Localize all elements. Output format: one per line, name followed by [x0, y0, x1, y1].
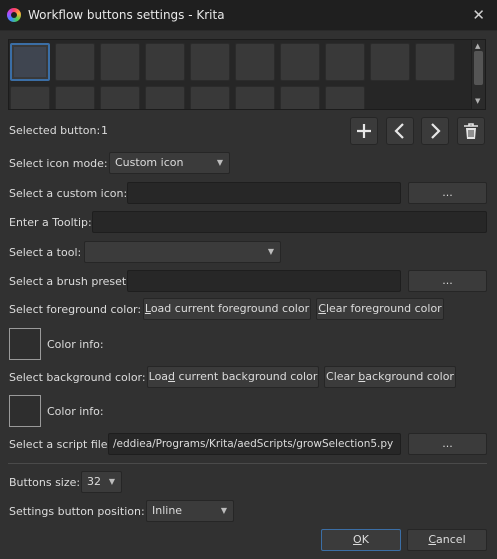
icon-mode-label: Select icon mode: [9, 157, 108, 170]
separator [8, 463, 487, 464]
grid-button[interactable] [190, 86, 230, 109]
tooltip-input[interactable] [92, 211, 487, 233]
grid-button[interactable] [280, 86, 320, 109]
trash-icon [464, 123, 478, 139]
load-foreground-button[interactable]: Load current foreground color [143, 298, 311, 320]
background-info-label: Color info: [47, 405, 104, 418]
selected-button-value: 1 [101, 124, 108, 137]
chevron-down-icon: ▼ [220, 506, 227, 515]
clear-foreground-text: lear foreground color [325, 302, 442, 315]
load-background-button[interactable]: Load current background color [147, 366, 319, 388]
load-background-text-a: Loa [148, 370, 169, 383]
ok-button[interactable]: OK [321, 529, 401, 551]
button-grid: ▲ ▼ [8, 39, 486, 110]
buttons-size-value: 32 [87, 475, 101, 488]
ok-text: K [361, 533, 369, 546]
window-title: Workflow buttons settings - Krita [28, 8, 225, 22]
clear-foreground-button[interactable]: Clear foreground color [316, 298, 444, 320]
cancel-text: ancel [436, 533, 466, 546]
grid-button[interactable] [145, 43, 185, 81]
grid-button-1[interactable] [10, 43, 50, 81]
load-background-text-b: current background color [175, 370, 318, 383]
script-file-browse-button[interactable]: ... [408, 433, 487, 455]
icon-mode-value: Custom icon [115, 156, 184, 169]
foreground-swatch [9, 328, 41, 360]
grid-button[interactable] [235, 43, 275, 81]
cancel-button[interactable]: Cancel [407, 529, 487, 551]
grid-button[interactable] [145, 86, 185, 109]
icon-mode-combo[interactable]: Custom icon ▼ [109, 152, 230, 174]
scroll-up-icon[interactable]: ▲ [475, 42, 480, 50]
script-file-label: Select a script file: [9, 438, 112, 451]
settings-position-value: Inline [152, 504, 183, 517]
scroll-thumb[interactable] [474, 51, 483, 85]
grid-button[interactable] [280, 43, 320, 81]
title-bar: Workflow buttons settings - Krita ✕ [0, 0, 497, 31]
script-file-field[interactable]: /eddiea/Programs/Krita/aedScripts/growSe… [108, 433, 401, 455]
previous-button[interactable] [386, 117, 414, 145]
krita-logo-icon [7, 8, 21, 22]
next-button[interactable] [421, 117, 449, 145]
tool-label: Select a tool: [9, 246, 82, 259]
buttons-size-label: Buttons size: [9, 476, 81, 489]
load-foreground-text: oad current foreground color [150, 302, 310, 315]
foreground-label: Select foreground color: [9, 303, 142, 316]
clear-background-button[interactable]: Clear background color [324, 366, 456, 388]
background-label: Select background color: [9, 371, 146, 384]
grid-button[interactable] [325, 86, 365, 109]
chevron-down-icon: ▼ [216, 158, 223, 167]
plus-icon [357, 124, 371, 138]
grid-button[interactable] [235, 86, 275, 109]
clear-background-text-a: Clear [326, 370, 359, 383]
add-button[interactable] [350, 117, 378, 145]
chevron-down-icon: ▼ [267, 247, 274, 256]
buttons-size-combo[interactable]: 32 ▼ [81, 471, 122, 493]
grid-button[interactable] [370, 43, 410, 81]
custom-icon-label: Select a custom icon: [9, 187, 128, 200]
custom-icon-field[interactable] [127, 182, 401, 204]
scroll-down-icon[interactable]: ▼ [475, 97, 480, 105]
grid-button[interactable] [325, 43, 365, 81]
grid-button[interactable] [415, 43, 455, 81]
foreground-info-label: Color info: [47, 338, 104, 351]
brush-preset-label: Select a brush preset: [9, 275, 130, 288]
background-swatch [9, 395, 41, 427]
grid-button[interactable] [55, 43, 95, 81]
close-icon[interactable]: ✕ [472, 6, 485, 24]
chevron-left-icon [394, 123, 404, 139]
selected-button-label: Selected button: [9, 124, 101, 137]
brush-preset-field[interactable] [127, 270, 401, 292]
grid-button[interactable] [55, 86, 95, 109]
grid-button[interactable] [190, 43, 230, 81]
tool-combo[interactable]: ▼ [84, 241, 281, 263]
grid-button[interactable] [100, 43, 140, 81]
clear-background-text-b: ackground color [365, 370, 454, 383]
grid-button[interactable] [100, 86, 140, 109]
tooltip-label: Enter a Tooltip: [9, 216, 92, 229]
chevron-right-icon [431, 123, 441, 139]
settings-position-label: Settings button position: [9, 505, 145, 518]
grid-button[interactable] [10, 86, 50, 109]
chevron-down-icon: ▼ [108, 477, 115, 486]
settings-position-combo[interactable]: Inline ▼ [146, 500, 234, 522]
brush-preset-browse-button[interactable]: ... [408, 270, 487, 292]
grid-scrollbar[interactable]: ▲ ▼ [471, 40, 485, 109]
custom-icon-browse-button[interactable]: ... [408, 182, 487, 204]
delete-button[interactable] [457, 117, 485, 145]
